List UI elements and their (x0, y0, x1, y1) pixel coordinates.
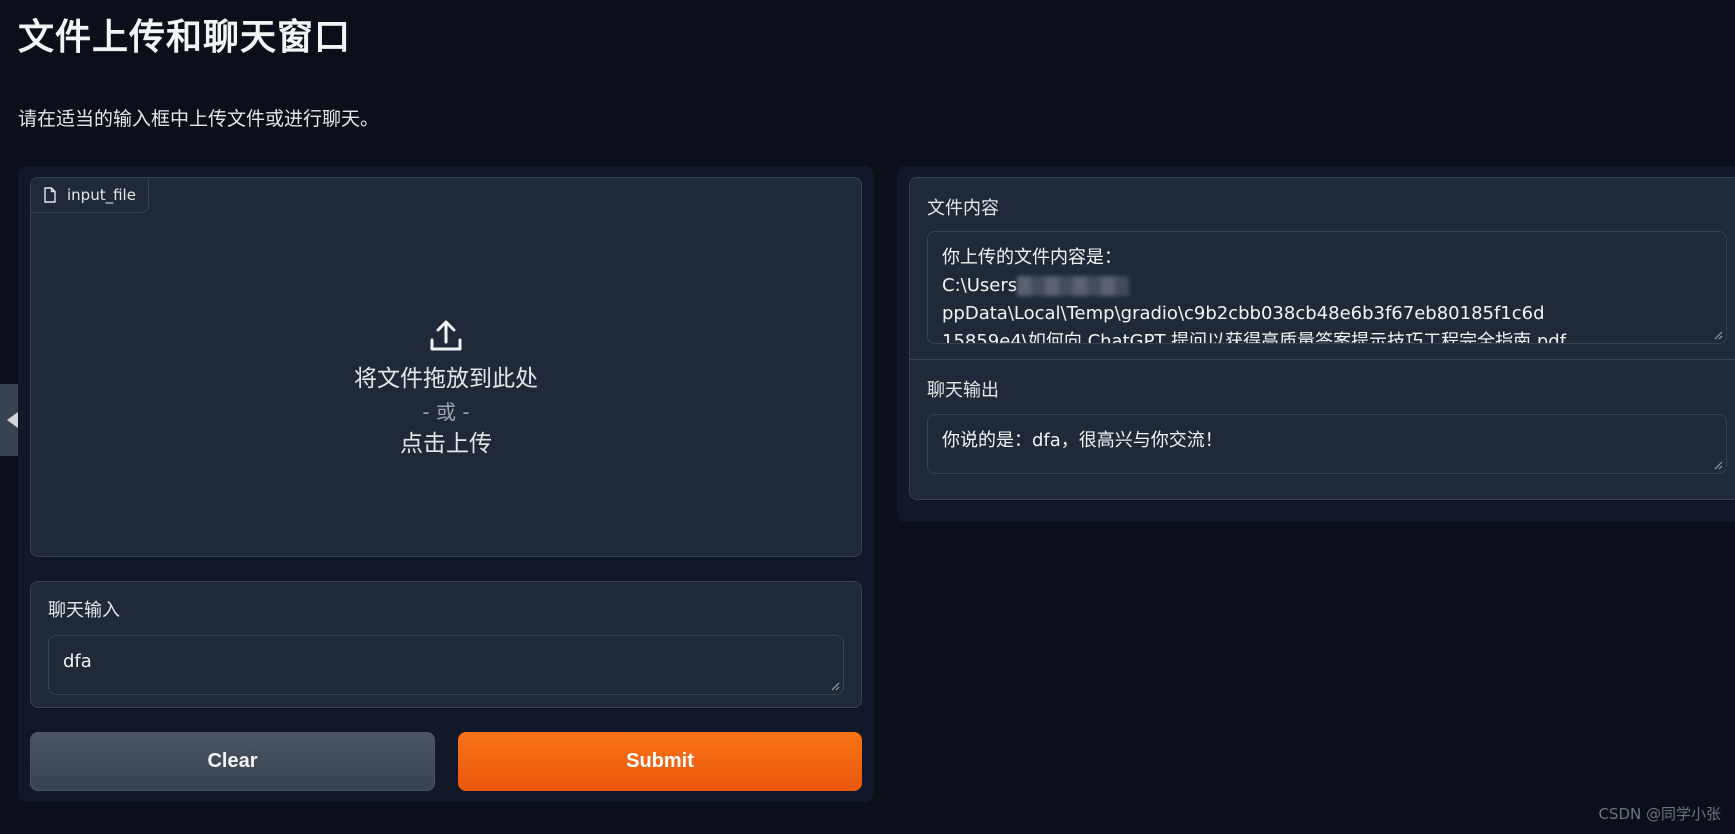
chat-output-value: 你说的是：dfa，很高兴与你交流！ (942, 430, 1223, 451)
chat-input-block: 聊天输入 dfa (30, 581, 862, 708)
file-icon (44, 187, 56, 203)
or-separator: - 或 - (422, 400, 470, 424)
click-upload-text[interactable]: 点击上传 (31, 428, 861, 460)
drop-text: 将文件拖放到此处 (354, 366, 538, 392)
resize-handle-icon[interactable] (830, 681, 840, 691)
file-content-line-1: 你上传的文件内容是： (942, 247, 1122, 268)
file-path-prefix: C:\Users (942, 275, 1018, 296)
left-panel: input_file 将文件拖放到此处 - 或 - 点击上传 聊天输入 dfa … (18, 166, 874, 802)
upload-label-text: input_file (67, 186, 136, 204)
upload-icon (430, 320, 462, 351)
chat-input-value: dfa (63, 651, 92, 672)
page-description: 请在适当的输入框中上传文件或进行聊天。 (18, 108, 380, 130)
block-divider (910, 359, 1735, 360)
upload-label-badge: input_file (31, 178, 149, 213)
output-block: 文件内容 你上传的文件内容是： C:\Users ppData\Local\Tem… (909, 177, 1735, 500)
file-content-line-3: 15859e4\如何向 ChatGPT 提问以获得高质量答案提示技巧工程完全指南… (942, 331, 1567, 344)
file-upload-dropzone[interactable]: input_file 将文件拖放到此处 - 或 - 点击上传 (30, 177, 862, 557)
resize-handle-icon[interactable] (1713, 330, 1723, 340)
chat-output-label: 聊天输出 (927, 380, 999, 401)
redacted-blur (1017, 276, 1130, 296)
file-content-label: 文件内容 (927, 198, 999, 219)
chat-input-label: 聊天输入 (48, 600, 120, 621)
chat-input-textarea[interactable]: dfa (48, 635, 844, 695)
file-content-textarea[interactable]: 你上传的文件内容是： C:\Users ppData\Local\Temp\gra… (927, 231, 1727, 344)
file-content-line-2: C:\Users ppData\Local\Temp\gradio\c9b2cbb… (942, 272, 1712, 328)
watermark: CSDN @同学小张 (1598, 805, 1721, 823)
clear-button[interactable]: Clear (30, 732, 435, 791)
file-path-suffix: ppData\Local\Temp\gradio\c9b2cbb038cb48e… (942, 303, 1545, 324)
page-title: 文件上传和聊天窗口 (18, 17, 352, 58)
right-panel: 文件内容 你上传的文件内容是： C:\Users ppData\Local\Tem… (897, 166, 1735, 522)
upload-prompt[interactable]: 将文件拖放到此处 - 或 - 点击上传 (31, 318, 861, 460)
submit-button[interactable]: Submit (458, 732, 862, 791)
chat-output-textarea[interactable]: 你说的是：dfa，很高兴与你交流！ (927, 414, 1727, 474)
resize-handle-icon[interactable] (1713, 460, 1723, 470)
